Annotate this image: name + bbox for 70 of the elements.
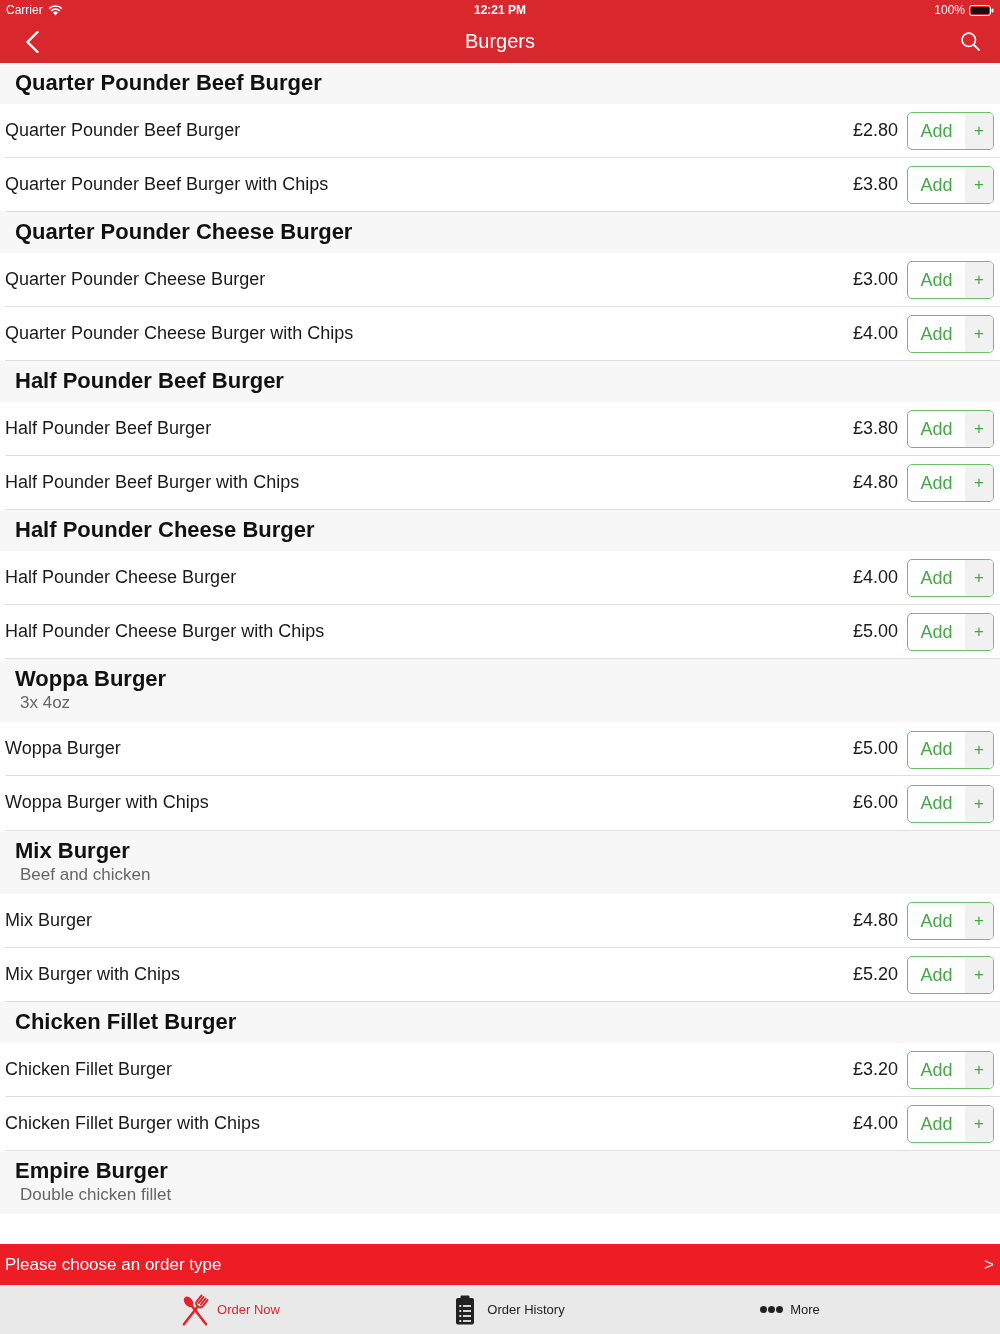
back-icon[interactable] xyxy=(26,30,39,53)
item-name: Mix Burger with Chips xyxy=(5,963,181,985)
add-button[interactable]: Add + xyxy=(907,315,994,354)
add-button[interactable]: Add + xyxy=(907,166,994,205)
wifi-icon xyxy=(47,4,63,16)
add-button[interactable]: Add + xyxy=(907,613,994,652)
item-price: £3.80 xyxy=(852,173,898,195)
section-title: Half Pounder Beef Burger xyxy=(15,368,284,395)
add-button[interactable]: Add + xyxy=(907,1105,994,1144)
section-title: Woppa Burger xyxy=(15,666,167,692)
item-price: £4.00 xyxy=(852,566,898,588)
item-price: £5.20 xyxy=(852,963,898,985)
item-price: £3.20 xyxy=(852,1058,898,1080)
item-name: Half Pounder Cheese Burger with Chips xyxy=(5,620,325,642)
battery-icon xyxy=(969,4,994,16)
next-arrow: > xyxy=(984,1254,994,1275)
search-icon[interactable] xyxy=(961,32,980,51)
clock-time: 12:21 PM xyxy=(474,3,526,17)
battery-percent: 100% xyxy=(934,3,965,17)
tab-button[interactable]: Order Now xyxy=(180,1291,280,1328)
add-button[interactable]: Add + xyxy=(907,559,994,598)
add-button[interactable]: Add + xyxy=(907,784,994,823)
add-button[interactable]: Add + xyxy=(907,1051,994,1090)
carrier-name: Carrier xyxy=(6,3,43,17)
section-subtitle: Beef and chicken xyxy=(19,863,151,886)
add-button[interactable]: Add + xyxy=(907,902,994,941)
item-name: Quarter Pounder Beef Burger xyxy=(5,119,241,141)
item-price: £4.80 xyxy=(852,471,898,493)
item-name: Mix Burger xyxy=(5,909,93,931)
item-price: £4.80 xyxy=(852,909,898,931)
item-price: £3.80 xyxy=(852,417,898,439)
add-button[interactable]: Add + xyxy=(907,730,994,769)
clipboard-icon xyxy=(455,1294,476,1325)
item-name: Half Pounder Beef Burger with Chips xyxy=(5,471,300,493)
add-button[interactable]: Add + xyxy=(907,410,994,449)
add-button[interactable]: Add + xyxy=(907,261,994,300)
utensils-icon xyxy=(180,1292,211,1327)
section-title: Quarter Pounder Beef Burger xyxy=(15,70,322,97)
section-subtitle: Double chicken fillet xyxy=(19,1184,172,1206)
item-price: £4.00 xyxy=(852,322,898,344)
section-title: Chicken Fillet Burger xyxy=(15,1009,237,1036)
item-price: £2.80 xyxy=(852,119,898,141)
section-title: Quarter Pounder Cheese Burger xyxy=(15,219,353,246)
item-name: Quarter Pounder Cheese Burger xyxy=(5,268,266,290)
item-name: Chicken Fillet Burger with Chips xyxy=(5,1112,261,1134)
item-name: Woppa Burger with Chips xyxy=(5,792,209,814)
add-button[interactable]: Add + xyxy=(907,956,994,995)
order-type-banner[interactable]: Please choose an order type > xyxy=(0,1244,1000,1285)
item-price: £4.00 xyxy=(852,1112,898,1134)
section-subtitle: 3x 4oz xyxy=(19,692,71,714)
add-button[interactable]: Add + xyxy=(907,464,994,503)
tab-button[interactable]: More xyxy=(760,1291,820,1328)
section-title: Half Pounder Cheese Burger xyxy=(15,517,315,544)
screen-title: Burgers xyxy=(465,30,535,53)
item-name: Quarter Pounder Cheese Burger with Chips xyxy=(5,322,354,344)
item-price: £6.00 xyxy=(852,792,898,814)
item-name: Half Pounder Beef Burger xyxy=(5,417,212,439)
tab-button[interactable]: Order History xyxy=(455,1291,565,1328)
item-price: £3.00 xyxy=(852,268,898,290)
item-price: £5.00 xyxy=(852,738,898,760)
order-type-prompt: Please choose an order type xyxy=(5,1254,222,1275)
item-name: Chicken Fillet Burger xyxy=(5,1058,173,1080)
item-name: Half Pounder Cheese Burger xyxy=(5,566,237,588)
item-name: Quarter Pounder Beef Burger with Chips xyxy=(5,173,329,195)
item-name: Woppa Burger xyxy=(5,738,121,760)
add-button[interactable]: Add + xyxy=(907,112,994,151)
item-price: £5.00 xyxy=(852,620,898,642)
section-title: Empire Burger xyxy=(15,1158,168,1184)
more-icon xyxy=(760,1306,784,1313)
section-title: Mix Burger xyxy=(15,837,130,864)
